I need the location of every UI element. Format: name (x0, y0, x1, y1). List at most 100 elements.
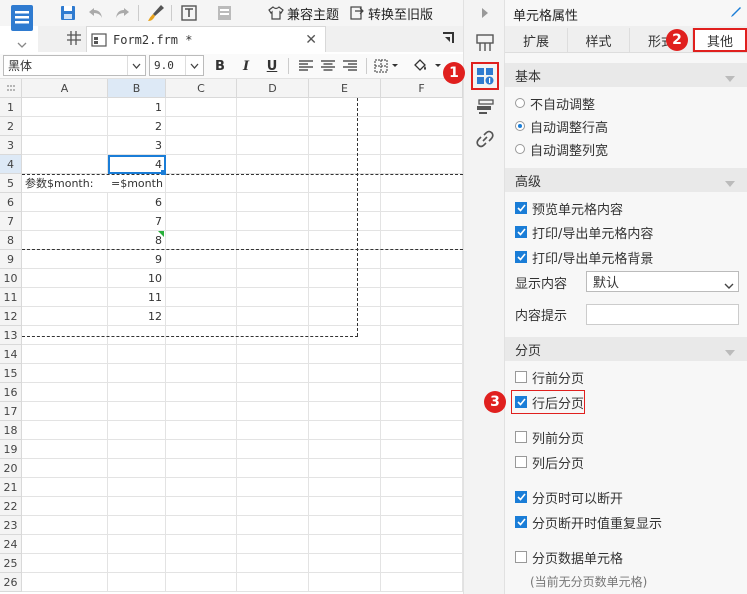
cell-d9[interactable] (237, 250, 309, 269)
cell-e25[interactable] (309, 554, 381, 573)
cell-e23[interactable] (309, 516, 381, 535)
section-advanced[interactable]: 高级 (505, 168, 747, 192)
cell-a1[interactable] (22, 98, 108, 117)
row-header-15[interactable]: 15 (0, 364, 22, 383)
close-tab-icon[interactable]: ✕ (305, 32, 317, 48)
cell-a15[interactable] (22, 364, 108, 383)
cell-d6[interactable] (237, 193, 309, 212)
tab-4[interactable]: 其他 (693, 28, 747, 52)
cell-d22[interactable] (237, 497, 309, 516)
column-header-e[interactable]: E (309, 79, 381, 98)
cell-e24[interactable] (309, 535, 381, 554)
cell-b6[interactable]: 6 (108, 193, 166, 212)
radio-icon[interactable] (515, 144, 525, 154)
row-header-7[interactable]: 7 (0, 212, 22, 231)
row-header-1[interactable]: 1 (0, 98, 22, 117)
checkbox-checked-icon[interactable] (515, 516, 527, 528)
cell-e6[interactable] (309, 193, 381, 212)
tab-2[interactable]: 样式 (568, 28, 630, 52)
spreadsheet-grid[interactable]: ABCDEF 1 2 3 4 5 6 7 8 9 10 11 12 13 14 15 16 17 18 19 20 21… (0, 79, 463, 594)
cell-f2[interactable] (381, 117, 463, 136)
cell-c6[interactable] (166, 193, 237, 212)
cell-f12[interactable] (381, 307, 463, 326)
cell-c7[interactable] (166, 212, 237, 231)
row-header-3[interactable]: 3 (0, 136, 22, 155)
cell-b19[interactable] (108, 440, 166, 459)
row-header-23[interactable]: 23 (0, 516, 22, 535)
layout-icon[interactable] (472, 30, 498, 56)
cell-f11[interactable] (381, 288, 463, 307)
cell-c11[interactable] (166, 288, 237, 307)
cell-a2[interactable] (22, 117, 108, 136)
row-header-26[interactable]: 26 (0, 573, 22, 592)
align-right-icon[interactable] (340, 56, 360, 76)
cell-d5[interactable] (237, 174, 309, 193)
checkbox-option[interactable]: 分页时可以断开 (515, 487, 623, 507)
checkbox-option[interactable]: 列前分页 (515, 427, 584, 447)
cell-d23[interactable] (237, 516, 309, 535)
collapse-icon[interactable] (442, 32, 454, 47)
fill-color-icon[interactable] (410, 56, 444, 76)
row-header-13[interactable]: 13 (0, 326, 22, 345)
cell-e3[interactable] (309, 136, 381, 155)
cell-b17[interactable] (108, 402, 166, 421)
cell-d21[interactable] (237, 478, 309, 497)
cell-f1[interactable] (381, 98, 463, 117)
cell-a23[interactable] (22, 516, 108, 535)
cell-d7[interactable] (237, 212, 309, 231)
widget-icon[interactable] (472, 94, 498, 120)
cell-d19[interactable] (237, 440, 309, 459)
cell-a5[interactable]: 参数$month: (22, 174, 108, 193)
cell-d14[interactable] (237, 345, 309, 364)
grid-corner[interactable] (0, 79, 22, 98)
checkbox-option[interactable]: 分页断开时值重复显示 (515, 512, 662, 532)
cell-e12[interactable] (309, 307, 381, 326)
row-header-5[interactable]: 5 (0, 174, 22, 193)
cell-a24[interactable] (22, 535, 108, 554)
cell-e17[interactable] (309, 402, 381, 421)
cell-c1[interactable] (166, 98, 237, 117)
row-header-20[interactable]: 20 (0, 459, 22, 478)
save-icon[interactable] (58, 3, 78, 23)
row-header-24[interactable]: 24 (0, 535, 22, 554)
cell-e19[interactable] (309, 440, 381, 459)
file-tab[interactable]: Form2.frm * ✕ (86, 26, 326, 52)
cell-d12[interactable] (237, 307, 309, 326)
checkbox-icon[interactable] (515, 551, 527, 563)
cell-f18[interactable] (381, 421, 463, 440)
checkbox-checked-icon[interactable] (515, 202, 527, 214)
cell-d24[interactable] (237, 535, 309, 554)
cell-f24[interactable] (381, 535, 463, 554)
cell-a4[interactable] (22, 155, 108, 174)
cell-a19[interactable] (22, 440, 108, 459)
cell-a10[interactable] (22, 269, 108, 288)
column-header-a[interactable]: A (22, 79, 108, 98)
cell-e15[interactable] (309, 364, 381, 383)
cell-b25[interactable] (108, 554, 166, 573)
cell-f10[interactable] (381, 269, 463, 288)
link-icon[interactable] (472, 126, 498, 152)
cell-f26[interactable] (381, 573, 463, 592)
row-header-6[interactable]: 6 (0, 193, 22, 212)
cell-c25[interactable] (166, 554, 237, 573)
cell-d18[interactable] (237, 421, 309, 440)
checkbox-option[interactable]: 打印/导出单元格内容 (515, 222, 653, 242)
cell-a16[interactable] (22, 383, 108, 402)
cell-a7[interactable] (22, 212, 108, 231)
row-header-19[interactable]: 19 (0, 440, 22, 459)
cell-a20[interactable] (22, 459, 108, 478)
cell-f20[interactable] (381, 459, 463, 478)
row-header-14[interactable]: 14 (0, 345, 22, 364)
cell-d11[interactable] (237, 288, 309, 307)
cell-a25[interactable] (22, 554, 108, 573)
cell-c14[interactable] (166, 345, 237, 364)
cell-e16[interactable] (309, 383, 381, 402)
cell-e20[interactable] (309, 459, 381, 478)
cell-f5[interactable] (381, 174, 463, 193)
cell-e26[interactable] (309, 573, 381, 592)
text-frame-icon[interactable] (179, 3, 199, 23)
row-header-10[interactable]: 10 (0, 269, 22, 288)
selected-cell-border[interactable] (108, 155, 166, 174)
cell-c12[interactable] (166, 307, 237, 326)
cell-b21[interactable] (108, 478, 166, 497)
